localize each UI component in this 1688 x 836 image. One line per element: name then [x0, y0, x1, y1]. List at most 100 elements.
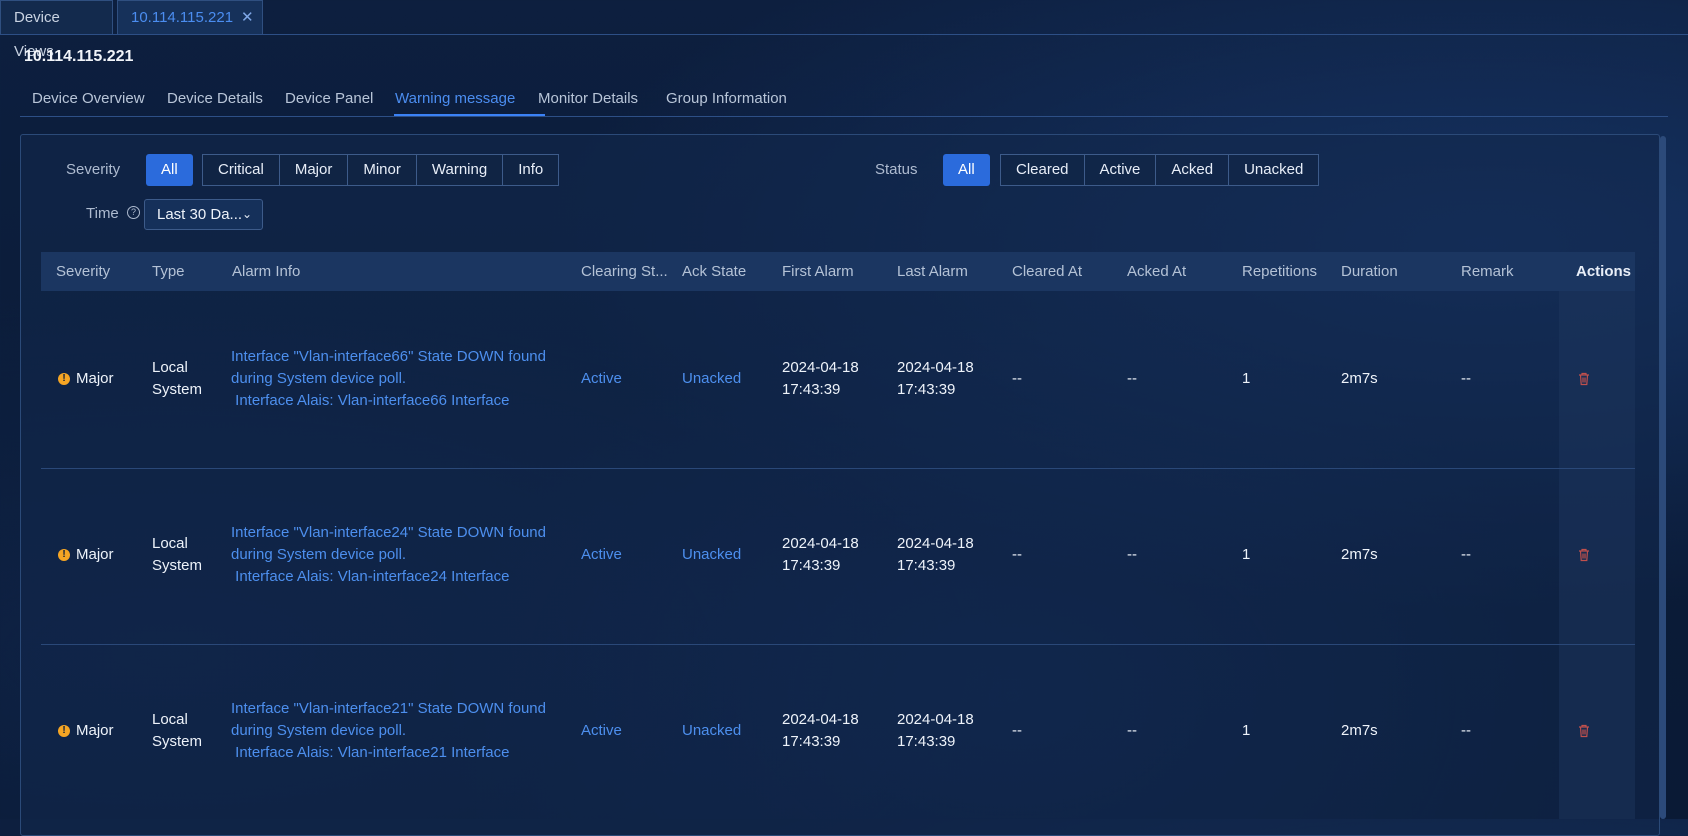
severity-info-button[interactable]: Info [502, 154, 560, 186]
clearing-state-cell[interactable]: Active [581, 720, 622, 742]
status-cleared-button[interactable]: Cleared [1000, 154, 1085, 186]
last-alarm-date: 2024-04-18 [897, 711, 974, 728]
col-cleared-at[interactable]: Cleared At [1012, 263, 1082, 280]
ack-state-cell[interactable]: Unacked [682, 368, 741, 390]
active-tab-indicator [394, 114, 545, 116]
status-acked-button[interactable]: Acked [1155, 154, 1230, 186]
remark-cell: -- [1461, 546, 1471, 563]
repetitions-cell: 1 [1242, 546, 1251, 563]
delete-icon[interactable] [1577, 724, 1591, 738]
duration-cell: 2m7s [1341, 546, 1378, 563]
cleared-at-cell: -- [1012, 722, 1022, 739]
last-alarm-time: 17:43:39 [897, 557, 956, 574]
delete-icon[interactable] [1577, 372, 1591, 386]
first-alarm-date: 2024-04-18 [782, 359, 859, 376]
col-type[interactable]: Type [152, 263, 185, 280]
tab-label: 10.114.115.221 [131, 9, 234, 26]
cleared-at-cell: -- [1012, 370, 1022, 387]
subtab-device-panel[interactable]: Device Panel [285, 90, 373, 107]
subtab-warning-message[interactable]: Warning message [395, 90, 515, 107]
col-acked-at[interactable]: Acked At [1127, 263, 1186, 280]
major-severity-icon: ! [58, 549, 70, 561]
severity-major-button[interactable]: Major [278, 154, 349, 186]
alarm-info-line1[interactable]: Interface "Vlan-interface66" State DOWN … [231, 346, 546, 368]
first-alarm-date: 2024-04-18 [782, 711, 859, 728]
alarm-info-line3[interactable]: Interface Alais: Vlan-interface66 Interf… [231, 390, 509, 412]
severity-label: Severity [66, 161, 121, 178]
subtab-device-overview[interactable]: Device Overview [32, 90, 145, 107]
status-label: Status [875, 161, 918, 178]
clearing-state-cell[interactable]: Active [581, 544, 622, 566]
col-duration[interactable]: Duration [1341, 263, 1398, 280]
type-cell-line2: System [152, 381, 203, 398]
duration-cell: 2m7s [1341, 370, 1378, 387]
subtab-monitor-details[interactable]: Monitor Details [538, 90, 638, 107]
duration-cell: 2m7s [1341, 722, 1378, 739]
status-segment: Cleared Active Acked Unacked [1000, 154, 1320, 186]
acked-at-cell: -- [1127, 722, 1137, 739]
last-alarm-time: 17:43:39 [897, 381, 956, 398]
alarm-info-line2[interactable]: during System device poll. [231, 544, 406, 566]
scrollbar-thumb[interactable] [1660, 136, 1666, 819]
col-repetitions[interactable]: Repetitions [1242, 263, 1317, 280]
ack-state-cell[interactable]: Unacked [682, 720, 741, 742]
alarm-info-line1[interactable]: Interface "Vlan-interface24" State DOWN … [231, 522, 546, 544]
clearing-state-cell[interactable]: Active [581, 368, 622, 390]
alarm-info-line2[interactable]: during System device poll. [231, 720, 406, 742]
type-cell-line1: Local [152, 535, 188, 552]
ack-state-cell[interactable]: Unacked [682, 544, 741, 566]
subtab-bar: Device Overview Device Details Device Pa… [20, 84, 1668, 117]
subtab-group-information[interactable]: Group Information [666, 90, 787, 107]
col-ack-state[interactable]: Ack State [682, 263, 746, 280]
table-row[interactable]: ! Major Local System Interface "Vlan-int… [41, 644, 1635, 820]
table-row[interactable]: ! Major Local System Interface "Vlan-int… [41, 292, 1635, 469]
top-tab-bar: Device Views 10.114.115.221 ✕ [0, 0, 1688, 60]
major-severity-icon: ! [58, 373, 70, 385]
col-alarm-info[interactable]: Alarm Info [232, 263, 300, 280]
severity-critical-button[interactable]: Critical [202, 154, 280, 186]
col-last-alarm[interactable]: Last Alarm [897, 263, 968, 280]
question-circle-icon[interactable]: ? [127, 206, 140, 219]
status-unacked-button[interactable]: Unacked [1228, 154, 1320, 186]
severity-warning-button[interactable]: Warning [415, 154, 504, 186]
cleared-at-cell: -- [1012, 546, 1022, 563]
repetitions-cell: 1 [1242, 370, 1251, 387]
type-cell-line1: Local [152, 359, 188, 376]
type-cell-line2: System [152, 733, 203, 750]
alarm-info-line3[interactable]: Interface Alais: Vlan-interface21 Interf… [231, 742, 509, 764]
col-actions: Actions [1576, 263, 1632, 280]
alarm-info-line1[interactable]: Interface "Vlan-interface21" State DOWN … [231, 698, 546, 720]
first-alarm-time: 17:43:39 [782, 557, 841, 574]
first-alarm-date: 2024-04-18 [782, 535, 859, 552]
table-header: Severity Type Alarm Info Clearing St... … [41, 252, 1635, 291]
tab-device-ip[interactable]: 10.114.115.221 ✕ [117, 0, 263, 34]
status-active-button[interactable]: Active [1083, 154, 1157, 186]
severity-segment: Critical Major Minor Warning Info [202, 154, 560, 186]
time-range-value: Last 30 Da... [157, 206, 243, 223]
last-alarm-date: 2024-04-18 [897, 535, 974, 552]
table-row[interactable]: ! Major Local System Interface "Vlan-int… [41, 468, 1635, 645]
acked-at-cell: -- [1127, 370, 1137, 387]
close-icon[interactable]: ✕ [241, 9, 254, 26]
major-severity-icon: ! [58, 725, 70, 737]
first-alarm-time: 17:43:39 [782, 733, 841, 750]
last-alarm-time: 17:43:39 [897, 733, 956, 750]
page-title: 10.114.115.221 [24, 48, 134, 65]
alarm-info-line3[interactable]: Interface Alais: Vlan-interface24 Interf… [231, 566, 509, 588]
col-clearing-state[interactable]: Clearing St... [581, 263, 668, 280]
severity-all-button[interactable]: All [146, 154, 193, 186]
col-remark[interactable]: Remark [1461, 263, 1514, 280]
col-severity[interactable]: Severity [56, 263, 110, 280]
severity-cell: Major [76, 546, 114, 563]
chevron-down-icon: ⌄ [241, 207, 252, 221]
subtab-device-details[interactable]: Device Details [167, 90, 263, 107]
time-range-select[interactable]: Last 30 Da... ⌄ [144, 199, 263, 230]
severity-cell: Major [76, 722, 114, 739]
status-all-button[interactable]: All [943, 154, 990, 186]
severity-minor-button[interactable]: Minor [347, 154, 417, 186]
tab-device-views[interactable]: Device Views [0, 0, 113, 60]
col-first-alarm[interactable]: First Alarm [782, 263, 854, 280]
alarm-info-line2[interactable]: during System device poll. [231, 368, 406, 390]
first-alarm-time: 17:43:39 [782, 381, 841, 398]
delete-icon[interactable] [1577, 548, 1591, 562]
